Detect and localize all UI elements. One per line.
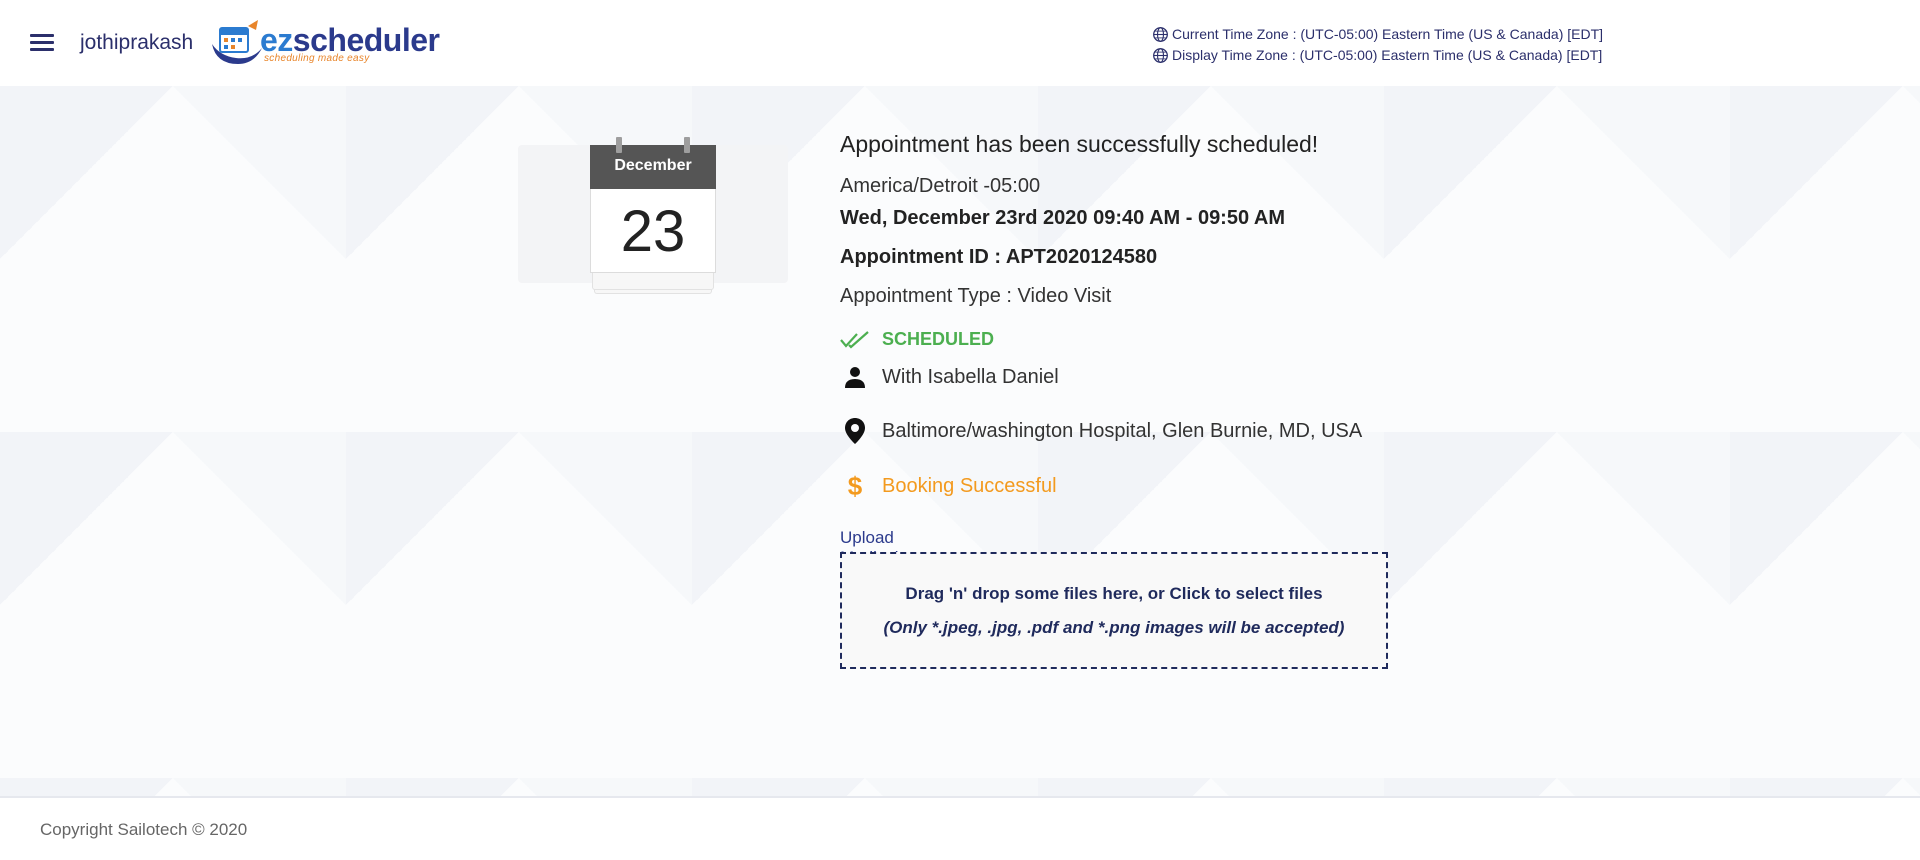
location-text: Baltimore/washington Hospital, Glen Burn… [882, 419, 1363, 442]
username[interactable]: jothiprakash [80, 31, 193, 55]
provider-name: With Isabella Daniel [882, 365, 1059, 388]
payment-status: Booking Successful [882, 474, 1057, 497]
appointment-type: Appointment Type : Video Visit [840, 285, 1112, 307]
file-dropzone[interactable]: Drag 'n' drop some files here, or Click … [840, 552, 1388, 669]
calendar-day: 23 [590, 189, 716, 273]
appointment-id: Appointment ID : APT2020124580 [840, 246, 1158, 268]
display-timezone: Display Time Zone : (UTC-05:00) Eastern … [1152, 45, 1603, 66]
header: jothiprakash ezscheduler scheduling made… [0, 0, 1920, 86]
globe-icon [1153, 27, 1168, 42]
status-text: SCHEDULED [882, 328, 995, 349]
current-timezone-text: Current Time Zone : (UTC-05:00) Eastern … [1172, 26, 1604, 42]
hamburger-menu-icon[interactable] [30, 30, 58, 58]
logo-text: ezscheduler [260, 22, 440, 58]
copyright-text: Copyright Sailotech © 2020 [40, 820, 248, 839]
dollar-icon: $ [847, 470, 863, 501]
display-timezone-text: Display Time Zone : (UTC-05:00) Eastern … [1172, 47, 1603, 63]
calendar-month: December [590, 145, 716, 189]
logo-tagline: scheduling made easy [264, 53, 370, 64]
location-row: Baltimore/washington Hospital, Glen Burn… [840, 416, 1480, 446]
map-pin-icon [840, 416, 870, 446]
current-timezone: Current Time Zone : (UTC-05:00) Eastern … [1152, 24, 1603, 45]
footer: Copyright Sailotech © 2020 [0, 796, 1920, 860]
confirmation-title: Appointment has been successfully schedu… [840, 131, 1319, 157]
calendar-icon: December 23 [590, 137, 716, 294]
dropzone-accepted-types: (Only *.jpeg, .jpg, .pdf and *.png image… [883, 618, 1345, 637]
appointment-datetime: Wed, December 23rd 2020 09:40 AM - 09:50… [840, 207, 1286, 229]
dropzone-instruction: Drag 'n' drop some files here, or Click … [905, 584, 1323, 603]
globe-icon [1153, 48, 1168, 63]
payment-row: $ Booking Successful [840, 471, 1480, 501]
appointment-timezone: America/Detroit -05:00 [840, 175, 1041, 197]
person-icon [840, 362, 870, 392]
ezscheduler-logo[interactable]: ezscheduler scheduling made easy [208, 18, 440, 68]
status-badge: SCHEDULED [840, 324, 1480, 354]
double-check-icon [840, 324, 870, 354]
provider-row: With Isabella Daniel [840, 362, 1480, 392]
timezone-info: Current Time Zone : (UTC-05:00) Eastern … [1152, 24, 1603, 66]
